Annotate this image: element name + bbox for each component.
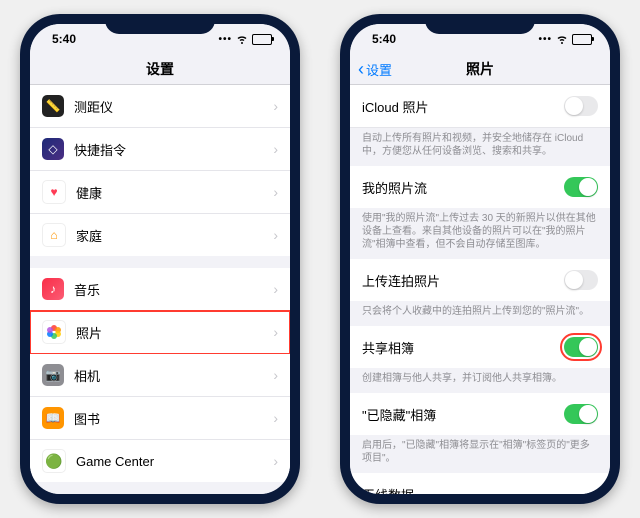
chevron-right-icon: ›	[273, 227, 278, 243]
music-icon: ♪	[42, 278, 64, 300]
row-icloud-photos[interactable]: iCloud 照片	[350, 85, 610, 128]
status-time: 5:40	[372, 32, 396, 46]
row-wireless-data[interactable]: 无线数据 ›	[350, 473, 610, 494]
row-shared-albums[interactable]: 共享相簿	[350, 326, 610, 368]
label: Game Center	[76, 454, 273, 469]
label: 音乐	[74, 280, 273, 299]
screen-left: 5:40 ••• 设置 📏 测距仪 › ◇ 快捷指令 ›	[30, 24, 290, 494]
wifi-icon	[236, 33, 248, 45]
label: 家庭	[76, 226, 273, 245]
footer-text: 使用"我的照片流"上传过去 30 天的新照片以供在其他设备上查看。来自其他设备的…	[350, 208, 610, 251]
wifi-icon	[556, 33, 568, 45]
toggle-shared-albums[interactable]	[564, 337, 598, 357]
row-home[interactable]: ⌂ 家庭 ›	[30, 214, 290, 256]
status-right: •••	[538, 33, 592, 45]
row-health[interactable]: ♥ 健康 ›	[30, 171, 290, 214]
label: 测距仪	[74, 97, 273, 116]
chevron-right-icon: ›	[593, 486, 598, 494]
label: 无线数据	[362, 485, 593, 495]
label: 共享相簿	[362, 338, 564, 357]
phone-right: 5:40 ••• ‹ 设置 照片 iCloud 照片 自动上传所有照片和视频，并…	[340, 14, 620, 504]
toggle-icloud-photos[interactable]	[564, 96, 598, 116]
page-title: 设置	[146, 59, 174, 79]
row-music[interactable]: ♪ 音乐 ›	[30, 268, 290, 311]
camera-icon: 📷	[42, 364, 64, 386]
row-game-center[interactable]: 🟢 Game Center ›	[30, 440, 290, 482]
footer-text: 只会将个人收藏中的连拍照片上传到您的"照片流"。	[350, 301, 610, 318]
label: 图书	[74, 409, 273, 428]
chevron-right-icon: ›	[273, 281, 278, 297]
label: 上传连拍照片	[362, 271, 564, 290]
notch	[105, 14, 215, 34]
toggle-burst-upload[interactable]	[564, 270, 598, 290]
battery-icon	[572, 34, 592, 45]
books-icon: 📖	[42, 407, 64, 429]
toggle-photo-stream[interactable]	[564, 177, 598, 197]
chevron-right-icon: ›	[273, 410, 278, 426]
row-camera[interactable]: 📷 相机 ›	[30, 354, 290, 397]
row-books[interactable]: 📖 图书 ›	[30, 397, 290, 440]
game-center-icon: 🟢	[42, 449, 66, 473]
shortcuts-icon: ◇	[42, 138, 64, 160]
label: 我的照片流	[362, 178, 564, 197]
row-hidden-album[interactable]: "已隐藏"相簿	[350, 393, 610, 435]
row-measure[interactable]: 📏 测距仪 ›	[30, 85, 290, 128]
chevron-left-icon: ‹	[358, 60, 364, 78]
status-time: 5:40	[52, 32, 76, 46]
nav-bar: ‹ 设置 照片	[350, 54, 610, 85]
toggle-hidden-album[interactable]	[564, 404, 598, 424]
row-burst-upload[interactable]: 上传连拍照片	[350, 259, 610, 301]
measure-icon: 📏	[42, 95, 64, 117]
back-button[interactable]: ‹ 设置	[358, 60, 392, 79]
footer-text: 启用后，"已隐藏"相簿将显示在"相簿"标签页的"更多项目"。	[350, 435, 610, 465]
photos-icon	[42, 320, 66, 344]
label: 健康	[76, 183, 273, 202]
back-label: 设置	[366, 60, 392, 79]
battery-icon	[252, 34, 272, 45]
chevron-right-icon: ›	[273, 453, 278, 469]
chevron-right-icon: ›	[273, 367, 278, 383]
row-shortcuts[interactable]: ◇ 快捷指令 ›	[30, 128, 290, 171]
phone-left: 5:40 ••• 设置 📏 测距仪 › ◇ 快捷指令 ›	[20, 14, 300, 504]
page-title: 照片	[466, 59, 494, 79]
footer-text: 创建相簿与他人共享，并订阅他人共享相簿。	[350, 368, 610, 385]
notch	[425, 14, 535, 34]
home-icon: ⌂	[42, 223, 66, 247]
signal-icon: •••	[218, 34, 232, 45]
signal-icon: •••	[538, 34, 552, 45]
screen-right: 5:40 ••• ‹ 设置 照片 iCloud 照片 自动上传所有照片和视频，并…	[350, 24, 610, 494]
chevron-right-icon: ›	[273, 184, 278, 200]
row-photo-stream[interactable]: 我的照片流	[350, 166, 610, 208]
nav-bar: 设置	[30, 54, 290, 85]
row-photos[interactable]: 照片 ›	[30, 311, 290, 354]
photos-settings-list[interactable]: iCloud 照片 自动上传所有照片和视频，并安全地储存在 iCloud 中，方…	[350, 85, 610, 494]
status-right: •••	[218, 33, 272, 45]
settings-list[interactable]: 📏 测距仪 › ◇ 快捷指令 › ♥ 健康 › ⌂ 家庭 ›	[30, 85, 290, 494]
chevron-right-icon: ›	[273, 324, 278, 340]
chevron-right-icon: ›	[273, 141, 278, 157]
label: 快捷指令	[74, 140, 273, 159]
footer-text: 自动上传所有照片和视频，并安全地储存在 iCloud 中，方便您从任何设备浏览、…	[350, 128, 610, 158]
chevron-right-icon: ›	[273, 98, 278, 114]
label: iCloud 照片	[362, 97, 564, 116]
label: 照片	[76, 323, 273, 342]
health-icon: ♥	[42, 180, 66, 204]
label: "已隐藏"相簿	[362, 405, 564, 424]
label: 相机	[74, 366, 273, 385]
